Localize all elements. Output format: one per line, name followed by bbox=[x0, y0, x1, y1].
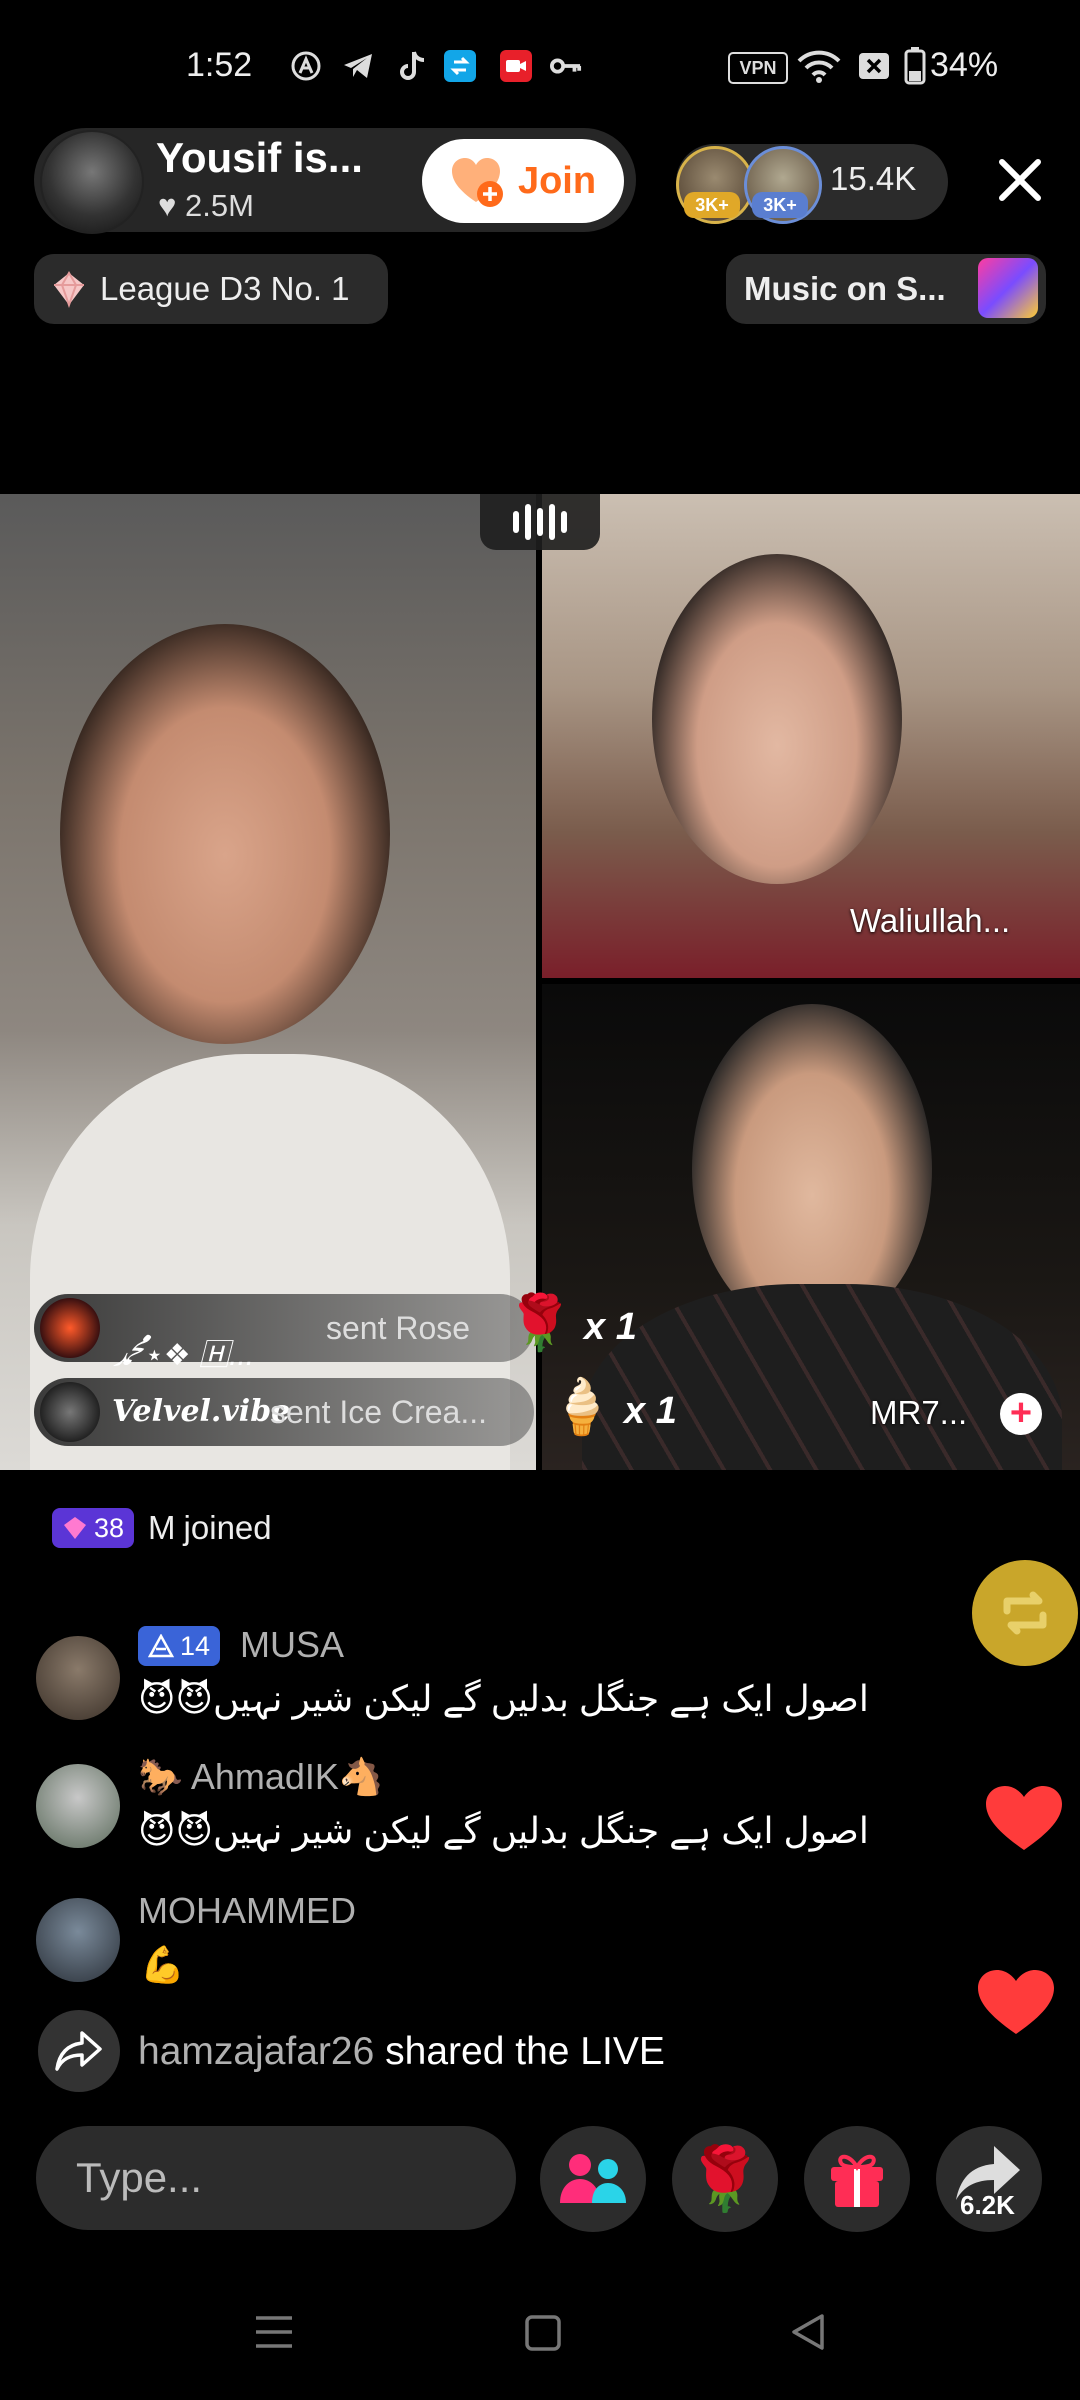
host-likes: ♥ 2.5M bbox=[158, 188, 254, 224]
chat-message-3: 💪 bbox=[140, 1944, 185, 1985]
guest-1-face bbox=[652, 554, 902, 884]
audio-levels-icon[interactable] bbox=[480, 494, 600, 550]
joined-user[interactable]: M bbox=[148, 1509, 176, 1547]
repost-icon bbox=[1003, 1591, 1047, 1635]
rose-icon: 🌹 bbox=[686, 2144, 764, 2214]
menu-nav-icon[interactable] bbox=[254, 2314, 294, 2355]
vpn-icon: VPN bbox=[728, 52, 788, 84]
ice-cream-gift-icon: 🍦 bbox=[548, 1377, 616, 1437]
battery-icon bbox=[904, 47, 926, 85]
top-viewer-badge-2: 3K+ bbox=[752, 192, 808, 218]
people-icon bbox=[560, 2154, 626, 2203]
chat-avatar-1[interactable] bbox=[36, 1636, 120, 1720]
viewer-count[interactable]: 15.4K bbox=[830, 160, 916, 198]
home-nav-icon[interactable] bbox=[524, 2314, 562, 2357]
top-viewer-badge-1: 3K+ bbox=[684, 192, 740, 218]
gift-count-1: x 1 bbox=[584, 1306, 637, 1348]
league-pill[interactable]: League D3 No. 1 bbox=[34, 254, 388, 324]
gift-text-2: sent Ice Crea... bbox=[270, 1394, 487, 1430]
chat-username-2[interactable]: 🐎 AhmadIK🐴 bbox=[138, 1756, 384, 1798]
gift-sender-avatar-1[interactable] bbox=[40, 1298, 100, 1358]
guest-video-tile-1[interactable]: Waliullah... bbox=[542, 494, 1080, 978]
gift-text-1: sent Rose bbox=[326, 1310, 471, 1346]
back-nav-icon[interactable] bbox=[788, 2312, 828, 2357]
gift-button[interactable] bbox=[804, 2126, 910, 2232]
gift-sender-name-1: ﷴ⋆❖ 🄷... bbox=[112, 1339, 254, 1372]
chat-username-3[interactable]: MOHAMMED bbox=[138, 1890, 356, 1932]
host-face bbox=[60, 624, 390, 1044]
sync-icon bbox=[444, 50, 476, 82]
heart-icon: ♥ bbox=[158, 188, 177, 223]
music-pill[interactable]: Music on S... bbox=[726, 254, 1046, 324]
gift-sender-avatar-2[interactable] bbox=[40, 1382, 100, 1442]
rose-gift-icon: 🌹 bbox=[506, 1293, 574, 1353]
guest-1-name: Waliullah... bbox=[850, 902, 1011, 939]
key-icon bbox=[550, 50, 582, 82]
join-label: Join bbox=[517, 159, 597, 202]
tiktok-icon bbox=[396, 50, 428, 82]
host-avatar[interactable] bbox=[40, 130, 144, 234]
gift-icon bbox=[831, 2154, 883, 2207]
host-likes-count: 2.5M bbox=[185, 188, 254, 223]
repost-button[interactable] bbox=[972, 1560, 1078, 1666]
league-label: League D3 No. 1 bbox=[100, 270, 350, 307]
multi-guest-button[interactable] bbox=[540, 2126, 646, 2232]
battery-percent: 34% bbox=[930, 46, 999, 84]
triangle-level-icon bbox=[148, 1634, 174, 1658]
wifi-icon bbox=[796, 50, 842, 83]
level-badge: 38 bbox=[52, 1508, 135, 1548]
chat-avatar-2[interactable] bbox=[36, 1764, 120, 1848]
chat-avatar-3[interactable] bbox=[36, 1898, 120, 1982]
shared-notice: hamzajafar26 shared the LIVE bbox=[138, 2030, 665, 2074]
chat-message-2: اصول ایک ہے جنگل بدلیں گے لیکن شیر نہیں😈… bbox=[138, 1810, 869, 1851]
share-notice-icon bbox=[38, 2010, 120, 2092]
shared-text: shared the LIVE bbox=[385, 2030, 665, 2073]
music-app-icon bbox=[978, 258, 1038, 318]
guest-2-shirt bbox=[582, 1284, 1062, 1470]
diamond-icon bbox=[54, 271, 84, 308]
chat-level-badge-1: 14 bbox=[138, 1626, 221, 1666]
comment-input[interactable] bbox=[74, 2153, 498, 2203]
music-label: Music on S... bbox=[744, 270, 946, 307]
heart-plus-icon bbox=[450, 156, 506, 207]
gift-count-2: x 1 bbox=[624, 1390, 677, 1432]
join-button[interactable]: Join bbox=[422, 139, 624, 223]
joined-level: 38 bbox=[94, 1512, 125, 1543]
rose-button[interactable]: 🌹 bbox=[672, 2126, 778, 2232]
floating-heart-icon bbox=[976, 1968, 1056, 2038]
host-name[interactable]: Yousif is... bbox=[156, 134, 363, 182]
status-time: 1:52 bbox=[186, 46, 253, 84]
telegram-icon bbox=[342, 50, 374, 82]
chat-level-1: 14 bbox=[180, 1630, 211, 1661]
gift-sender-name-2: Velvel.vibe bbox=[112, 1394, 291, 1429]
close-icon[interactable] bbox=[990, 150, 1050, 210]
chat-username-1[interactable]: MUSA bbox=[240, 1624, 344, 1666]
joined-notice: 38 M joined bbox=[52, 1508, 272, 1548]
add-guest-button[interactable]: + bbox=[1000, 1393, 1042, 1435]
shared-user[interactable]: hamzajafar26 bbox=[138, 2030, 374, 2073]
status-bar: 1:52 VPN 34% bbox=[0, 0, 1080, 120]
guest-video-tile-2[interactable]: MR7... bbox=[542, 984, 1080, 1470]
share-count: 6.2K bbox=[960, 2190, 1015, 2220]
a-icon bbox=[290, 50, 322, 82]
record-icon bbox=[500, 50, 532, 82]
floating-heart-icon bbox=[984, 1784, 1064, 1854]
diamond-level-icon bbox=[64, 1517, 86, 1539]
tile-divider-horizontal bbox=[542, 978, 1080, 984]
joined-text: joined bbox=[183, 1509, 272, 1546]
chat-message-1: اصول ایک ہے جنگل بدلیں گے لیکن شیر نہیں😈… bbox=[138, 1678, 869, 1719]
guest-2-name: MR7... bbox=[870, 1394, 968, 1431]
comment-box[interactable] bbox=[36, 2126, 516, 2230]
no-sim-icon bbox=[858, 50, 890, 82]
